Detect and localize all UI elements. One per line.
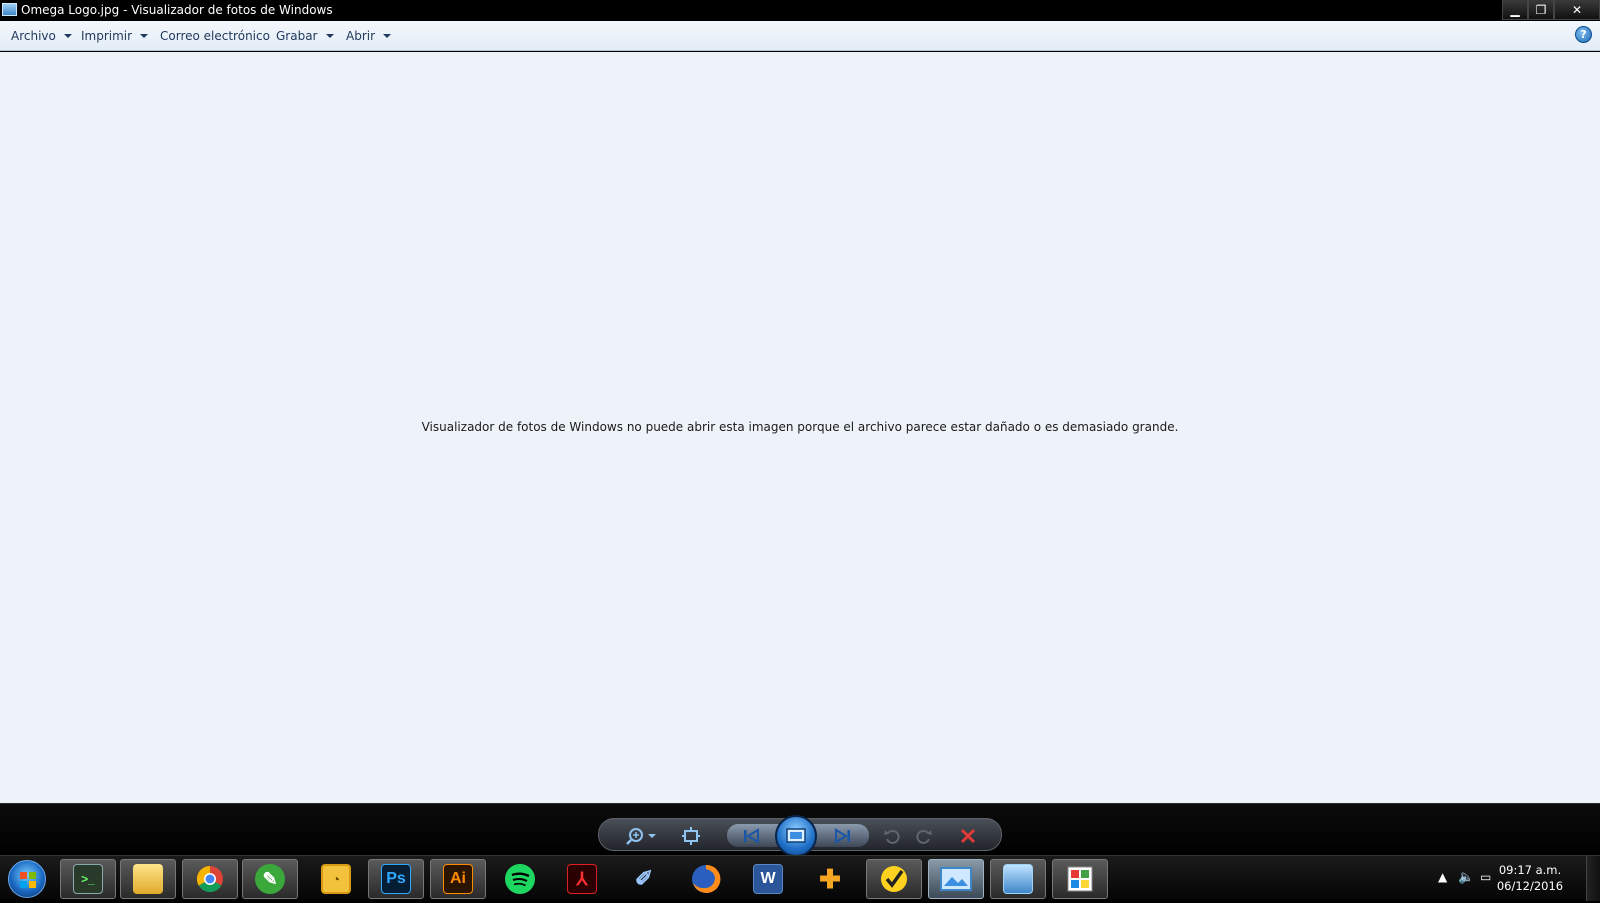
taskbar-illustrator[interactable]: Ai [430, 859, 486, 899]
zoom-icon [626, 827, 656, 845]
minimize-icon: ▁ [1510, 2, 1520, 17]
menu-label: Correo electrónico [160, 29, 270, 43]
checkmark-icon [881, 866, 907, 892]
close-icon: ✕ [1571, 2, 1583, 17]
menu-abrir[interactable]: Abrir [346, 29, 392, 43]
rotate-left-button[interactable] [877, 819, 907, 852]
previous-icon [744, 827, 759, 844]
spotify-icon [505, 864, 535, 894]
show-desktop-button[interactable] [1586, 856, 1600, 901]
taskbar-orange-app[interactable]: ✚ [802, 859, 858, 899]
delete-icon [960, 828, 976, 843]
taskbar-explorer[interactable] [120, 859, 176, 899]
minimize-button[interactable]: ▁ [1502, 0, 1528, 20]
taskbar-norton[interactable] [866, 859, 922, 899]
maximize-icon: ❐ [1535, 2, 1547, 17]
previous-button[interactable] [733, 819, 769, 852]
next-icon [835, 827, 850, 844]
taskbar-photoshop[interactable]: Ps [368, 859, 424, 899]
chrome-icon [196, 865, 223, 893]
error-message: Visualizador de fotos de Windows no pued… [421, 420, 1179, 434]
puzzle-icon: ✚ [819, 863, 841, 894]
close-button[interactable]: ✕ [1554, 0, 1600, 20]
rotate-right-button[interactable] [909, 819, 939, 852]
menu-imprimir[interactable]: Imprimir [81, 29, 149, 43]
rotate-right-icon [916, 829, 932, 844]
clock[interactable]: 09:17 a.m. 06/12/2016 [1490, 862, 1570, 894]
menu-bar: Archivo Imprimir Correo electrónico Grab… [0, 21, 1600, 51]
taskbar: >_ ✎ ◔ Ps Ai ⅄ ✐ W ✚ ▲ 🔈 ▭ 09:17 a.m. 06… [0, 855, 1600, 901]
taskbar-green-app[interactable]: ✎ [242, 859, 298, 899]
fit-to-window-button[interactable] [673, 819, 709, 852]
menu-grabar[interactable]: Grabar [276, 29, 334, 43]
taskbar-control-panel[interactable] [990, 859, 1046, 899]
menu-correo[interactable]: Correo electrónico [160, 29, 270, 43]
start-button[interactable] [8, 860, 46, 898]
photo-viewer-icon [940, 867, 972, 891]
title-bar: Omega Logo.jpg - Visualizador de fotos d… [0, 0, 1600, 21]
photo-viewer-app-icon[interactable] [2, 3, 17, 16]
windows-logo-icon [20, 872, 36, 888]
taskbar-paint[interactable] [1052, 859, 1108, 899]
help-icon[interactable]: ? [1575, 26, 1592, 43]
word-icon: W [753, 864, 783, 894]
menu-label: Grabar [276, 29, 318, 43]
taskbar-chrome[interactable] [182, 859, 238, 899]
illustrator-icon: Ai [443, 864, 473, 894]
acrobat-icon: ⅄ [567, 864, 597, 894]
taskbar-word[interactable]: W [740, 859, 796, 899]
taskbar-firefox[interactable] [678, 859, 734, 899]
window-title: Omega Logo.jpg - Visualizador de fotos d… [21, 3, 333, 17]
menu-label: Imprimir [81, 29, 133, 43]
taskbar-spotify[interactable] [492, 859, 548, 899]
image-viewer-area: Visualizador de fotos de Windows no pued… [0, 52, 1600, 803]
taskbar-yellow-app[interactable]: ◔ [308, 859, 364, 899]
fit-window-icon [682, 826, 700, 845]
folder-icon [133, 864, 163, 894]
volume-icon[interactable]: 🔈 [1458, 870, 1474, 885]
taskbar-acrobat[interactable]: ⅄ [554, 859, 610, 899]
clock-time: 09:17 a.m. [1498, 863, 1562, 877]
rotate-left-icon [884, 829, 900, 844]
playback-controls [598, 815, 1002, 857]
paint-icon [1067, 866, 1093, 892]
chevron-up-icon[interactable]: ▲ [1438, 870, 1447, 884]
control-panel-icon [1003, 864, 1033, 894]
tools-icon: ✐ [634, 866, 654, 891]
window-controls: ▁ ❐ ✕ [1502, 0, 1600, 20]
system-tray: ▲ 🔈 ▭ 09:17 a.m. 06/12/2016 [1380, 856, 1600, 901]
delete-button[interactable] [951, 819, 985, 852]
chart-icon: ◔ [321, 864, 351, 894]
chevron-down-icon [140, 34, 149, 38]
slideshow-icon [786, 828, 806, 843]
menu-label: Archivo [11, 29, 56, 43]
menu-label: Abrir [346, 29, 376, 43]
clock-date: 06/12/2016 [1496, 879, 1564, 893]
maximize-button[interactable]: ❐ [1528, 0, 1554, 20]
next-button[interactable] [825, 819, 861, 852]
slideshow-button[interactable] [775, 815, 817, 857]
taskbar-terminal[interactable]: >_ [60, 859, 116, 899]
firefox-icon [692, 864, 721, 893]
terminal-icon: >_ [73, 864, 103, 894]
zoom-button[interactable] [623, 819, 663, 852]
chevron-down-icon [325, 34, 334, 38]
leaf-icon: ✎ [255, 864, 285, 894]
photoshop-icon: Ps [381, 864, 411, 894]
chevron-down-icon [383, 34, 392, 38]
chevron-down-icon [63, 34, 72, 38]
taskbar-photo-viewer[interactable] [928, 859, 984, 899]
viewer-controls-strip [0, 803, 1600, 857]
taskbar-blue-app[interactable]: ✐ [616, 859, 672, 899]
menu-archivo[interactable]: Archivo [11, 29, 72, 43]
